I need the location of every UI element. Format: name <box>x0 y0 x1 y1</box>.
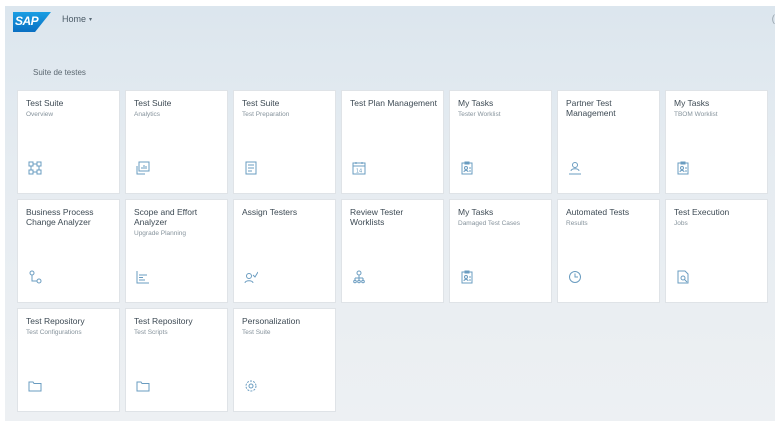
tile-title: Assign Testers <box>242 207 329 217</box>
tile-title-text: Business Process Change Analyzer <box>26 207 94 227</box>
app-tile[interactable]: Test Plan Management 14 <box>341 90 444 194</box>
home-menu-button[interactable]: Home ▾ <box>62 14 92 24</box>
tile-subtitle: Results <box>566 220 588 227</box>
folder-icon <box>136 379 150 393</box>
tile-subtitle: Test Configurations <box>26 329 82 336</box>
app-tile[interactable]: Test Repository Test Configurations <box>17 308 120 412</box>
analytics-icon <box>136 161 150 175</box>
corner-glyph: ( <box>771 14 775 25</box>
tile-title: Test Execution Jobs <box>674 207 761 228</box>
tile-title-text: My Tasks <box>458 98 494 108</box>
calendar-day-text: 14 <box>356 169 362 175</box>
assign-person-icon <box>244 270 258 284</box>
tile-title-text: Test Suite <box>242 98 280 108</box>
sap-logo[interactable]: SAP <box>13 12 51 32</box>
app-tile[interactable]: My Tasks Damaged Test Cases <box>449 199 552 303</box>
tile-title: Scope and Effort Analyzer Upgrade Plannin… <box>134 207 221 238</box>
calendar-icon: 14 <box>352 161 366 175</box>
clock-icon <box>568 270 582 284</box>
bar-chart-icon <box>136 270 150 284</box>
tile-subtitle: TBOM Worklist <box>674 111 718 118</box>
app-tile[interactable]: Test Repository Test Scripts <box>125 308 228 412</box>
tile-title: Automated Tests Results <box>566 207 653 228</box>
tile-title-text: Test Suite <box>134 98 172 108</box>
tile-subtitle: Tester Worklist <box>458 111 501 118</box>
worklist-icon <box>460 270 474 284</box>
tile-title: My Tasks Tester Worklist <box>458 98 545 119</box>
app-tile[interactable]: Partner Test Management <box>557 90 660 194</box>
tile-title-text: Test Repository <box>134 316 193 326</box>
tile-title-text: Scope and Effort Analyzer <box>134 207 198 227</box>
worklist-icon <box>676 161 690 175</box>
tile-subtitle: Jobs <box>674 220 688 227</box>
tile-title: Personalization Test Suite <box>242 316 329 337</box>
tile-title-text: My Tasks <box>458 207 494 217</box>
app-tile[interactable]: Test Suite Overview <box>17 90 120 194</box>
tile-title: Test Suite Test Preparation <box>242 98 329 119</box>
tile-title-text: Test Repository <box>26 316 85 326</box>
tile-subtitle: Test Suite <box>242 329 271 336</box>
tile-title-text: Automated Tests <box>566 207 630 217</box>
tile-title: My Tasks TBOM Worklist <box>674 98 761 119</box>
tile-title-text: My Tasks <box>674 98 710 108</box>
tile-title-text: Test Plan Management <box>350 98 437 108</box>
app-tile[interactable]: Personalization Test Suite <box>233 308 336 412</box>
home-label: Home <box>62 14 87 24</box>
app-tile[interactable]: Scope and Effort Analyzer Upgrade Plannin… <box>125 199 228 303</box>
tile-title: Review Tester Worklists <box>350 207 437 227</box>
test-preparation-icon <box>244 161 258 175</box>
tile-title-text: Personalization <box>242 316 301 326</box>
tile-title: Test Repository Test Scripts <box>134 316 221 337</box>
app-tile[interactable]: My Tasks Tester Worklist <box>449 90 552 194</box>
app-tile[interactable]: Automated Tests Results <box>557 199 660 303</box>
tile-subtitle: Test Scripts <box>134 329 168 336</box>
tile-title: Test Repository Test Configurations <box>26 316 113 337</box>
app-tile[interactable]: Test Suite Analytics <box>125 90 228 194</box>
tile-subtitle: Analytics <box>134 111 161 118</box>
app-tile[interactable]: Test Execution Jobs <box>665 199 768 303</box>
app-tile[interactable]: Review Tester Worklists <box>341 199 444 303</box>
job-search-icon <box>676 270 690 284</box>
tile-title: Test Suite Overview <box>26 98 113 119</box>
shell-bar: SAP Home ▾ ( <box>5 6 775 38</box>
app-tile[interactable]: Business Process Change Analyzer <box>17 199 120 303</box>
chevron-down-icon: ▾ <box>89 16 93 23</box>
logo-text: SAP <box>15 14 39 28</box>
tile-subtitle: Upgrade Planning <box>134 230 187 237</box>
partner-icon <box>568 161 582 175</box>
launchpad: SAP Home ▾ ( Suite de testes Test Suite O… <box>5 6 775 421</box>
overview-network-icon <box>28 161 42 175</box>
app-tile[interactable]: Assign Testers <box>233 199 336 303</box>
review-org-icon <box>352 270 366 284</box>
tile-title: Business Process Change Analyzer <box>26 207 113 227</box>
app-tile[interactable]: Test Suite Test Preparation <box>233 90 336 194</box>
tile-subtitle: Overview <box>26 111 54 118</box>
folder-icon <box>28 379 42 393</box>
tile-title-text: Assign Testers <box>242 207 298 217</box>
tile-title: Partner Test Management <box>566 98 653 118</box>
tile-title-text: Review Tester Worklists <box>350 207 404 227</box>
worklist-icon <box>460 161 474 175</box>
tile-title: Test Plan Management <box>350 98 437 108</box>
tile-subtitle: Test Preparation <box>242 111 290 118</box>
tile-subtitle: Damaged Test Cases <box>458 220 521 227</box>
tile-title: Test Suite Analytics <box>134 98 221 119</box>
settings-gear-icon <box>244 379 258 393</box>
app-tile[interactable]: My Tasks TBOM Worklist <box>665 90 768 194</box>
tile-title-text: Test Suite <box>26 98 64 108</box>
tile-title: My Tasks Damaged Test Cases <box>458 207 545 228</box>
tile-title-text: Test Execution <box>674 207 730 217</box>
group-title: Suite de testes <box>33 68 86 77</box>
tile-grid: Test Suite Overview Test Suite Analytics Tes… <box>17 90 768 412</box>
tile-title-text: Partner Test Management <box>566 98 616 118</box>
process-analyzer-icon <box>28 270 42 284</box>
